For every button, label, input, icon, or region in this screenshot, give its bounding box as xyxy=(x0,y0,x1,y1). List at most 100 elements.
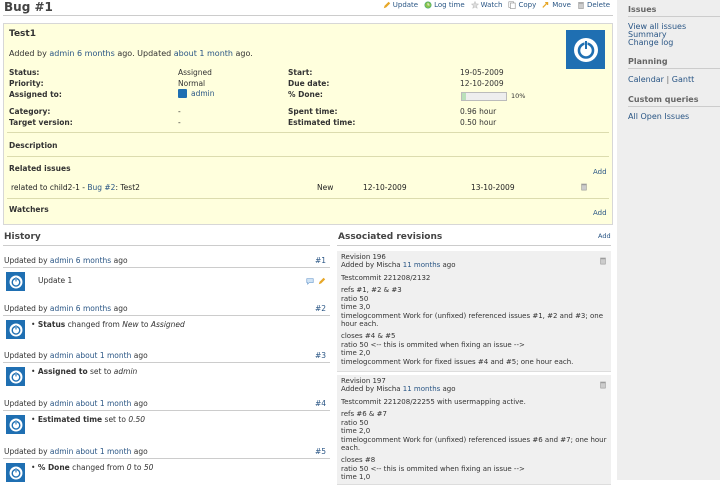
revision-comment-line: ratio 50 xyxy=(341,418,369,427)
journal-time-link[interactable]: 6 months xyxy=(76,256,111,265)
revisions-heading: Associated revisions xyxy=(338,232,443,242)
sidebar-all-open-issues[interactable]: All Open Issues xyxy=(628,112,689,121)
estimated-time-value: 0.50 hour xyxy=(460,118,497,127)
copy-link[interactable]: Copy xyxy=(508,1,536,9)
revision-link[interactable]: Revision 196 xyxy=(341,253,386,261)
author-link[interactable]: admin xyxy=(49,49,74,58)
journal-user-link[interactable]: admin xyxy=(50,399,74,408)
watch-link[interactable]: Watch xyxy=(470,1,503,9)
related-suffix: : Test2 xyxy=(115,183,140,192)
due-date-label: Due date: xyxy=(288,79,330,88)
edit-pencil-icon[interactable] xyxy=(318,277,326,285)
target-version-value: - xyxy=(178,118,181,127)
quote-comment-icon[interactable] xyxy=(306,277,314,285)
copy-label: Copy xyxy=(518,1,537,9)
issue-toolbar: Update Log time Watch Copy Move Delete xyxy=(383,1,610,9)
add-watcher-link[interactable]: Add xyxy=(593,209,607,217)
revision-link[interactable]: Revision 197 xyxy=(341,377,386,385)
journal-to-text: to xyxy=(138,320,151,329)
log-time-link[interactable]: Log time xyxy=(424,1,465,9)
journal-user-link[interactable]: admin xyxy=(50,256,74,265)
journal-suffix: ago xyxy=(133,351,148,360)
copy-icon xyxy=(508,1,516,9)
issue-subject: Test1 xyxy=(9,29,36,39)
spent-time-label: Spent time: xyxy=(288,107,338,116)
journal-change-text: set to xyxy=(87,367,114,376)
journal-user-link[interactable]: admin xyxy=(50,447,74,456)
journal-suffix: ago xyxy=(113,304,128,313)
journal-user-link[interactable]: admin xyxy=(50,351,74,360)
journal-suffix: ago xyxy=(113,256,128,265)
journal-suffix: ago xyxy=(133,399,148,408)
journal-rule xyxy=(3,315,330,316)
author-avatar xyxy=(566,30,605,69)
delete-link[interactable]: Delete xyxy=(577,1,610,9)
related-start: 12-10-2009 xyxy=(363,183,407,192)
revision-delete-trash-icon[interactable] xyxy=(599,256,607,265)
spent-time-value[interactable]: 0.96 hour xyxy=(460,107,496,116)
related-issue-link[interactable]: Bug #2 xyxy=(87,183,115,192)
sidebar-gantt[interactable]: Gantt xyxy=(672,75,694,84)
revision-author: Added by Mischa 11 months ago xyxy=(341,385,456,393)
journal-prefix: Updated by xyxy=(4,447,48,456)
divider xyxy=(7,198,609,199)
status-label: Status: xyxy=(9,68,40,77)
journal-suffix: ago xyxy=(133,447,148,456)
update-link[interactable]: Update xyxy=(383,1,418,9)
sidebar-rule xyxy=(628,16,720,17)
journal-field: % Done xyxy=(37,463,70,472)
journal-number-link[interactable]: #3 xyxy=(315,351,326,360)
journal-number-link[interactable]: #2 xyxy=(315,304,326,313)
updated-link[interactable]: about 1 month xyxy=(174,49,233,58)
due-date-value: 12-10-2009 xyxy=(460,79,504,88)
created-link[interactable]: 6 months xyxy=(77,49,115,58)
journal-time-link[interactable]: about 1 month xyxy=(76,399,132,408)
category-label: Category: xyxy=(9,107,51,116)
revision-comment-line: ratio 50 <-- this is ommited when fixing… xyxy=(341,340,525,349)
journal-change-text: set to xyxy=(102,415,129,424)
journal-time-link[interactable]: 6 months xyxy=(76,304,111,313)
remove-relation-trash-icon[interactable] xyxy=(580,182,588,191)
add-revision-link[interactable]: Add xyxy=(598,232,611,240)
revision-ago: ago xyxy=(442,261,456,269)
revision-comment-line: closes #4 & #5 xyxy=(341,332,396,341)
revision-delete-trash-icon[interactable] xyxy=(599,380,607,389)
journal-rule xyxy=(3,410,330,411)
journal-rule xyxy=(3,362,330,363)
watch-label: Watch xyxy=(480,1,503,9)
done-progress-bar xyxy=(461,92,507,101)
journal-number-link[interactable]: #4 xyxy=(315,399,326,408)
journal-avatar xyxy=(6,415,25,434)
journal-time-link[interactable]: about 1 month xyxy=(76,351,132,360)
revision-comment-line: Testcommit 221208/22255 with usermapping… xyxy=(341,398,526,406)
revision-comment-line: refs #1, #2 & #3 xyxy=(341,286,402,295)
revision-comment-line: timelogcomment Work for fixed issues #4 … xyxy=(341,357,574,366)
journal-new-value: Assigned xyxy=(150,320,185,329)
sidebar-change-log[interactable]: Change log xyxy=(628,38,673,47)
assignee-link[interactable]: admin xyxy=(191,89,215,98)
revision-ago: ago xyxy=(442,385,456,393)
power-icon xyxy=(9,418,22,431)
journal-number-link[interactable]: #5 xyxy=(315,447,326,456)
revision-comment-line: time 3,0 xyxy=(341,303,371,312)
journal-new-value: 0.50 xyxy=(128,415,146,424)
journal-number-link[interactable]: #1 xyxy=(315,256,326,265)
done-label: % Done: xyxy=(288,90,323,99)
journal-time-link[interactable]: about 1 month xyxy=(76,447,132,456)
divider xyxy=(7,132,609,133)
related-due: 13-10-2009 xyxy=(471,183,515,192)
target-version-label: Target version: xyxy=(9,118,73,127)
journal-new-value: admin xyxy=(113,367,138,376)
journal-avatar xyxy=(6,272,25,291)
sidebar-calendar[interactable]: Calendar xyxy=(628,75,664,84)
revision-block: Revision 196 Added by Mischa 11 months ag… xyxy=(337,251,611,372)
assigned-value: admin xyxy=(178,89,215,98)
add-related-link[interactable]: Add xyxy=(593,168,607,176)
revision-comment-line: Testcommit 221208/2132 xyxy=(341,274,431,282)
revision-time-link[interactable]: 11 months xyxy=(403,261,441,269)
journal-user-link[interactable]: admin xyxy=(50,304,74,313)
revision-time-link[interactable]: 11 months xyxy=(403,385,441,393)
move-link[interactable]: Move xyxy=(542,1,571,9)
journal-detail: • Estimated time set to 0.50 xyxy=(31,415,146,424)
journal-detail: • % Done changed from 0 to 50 xyxy=(31,463,154,472)
